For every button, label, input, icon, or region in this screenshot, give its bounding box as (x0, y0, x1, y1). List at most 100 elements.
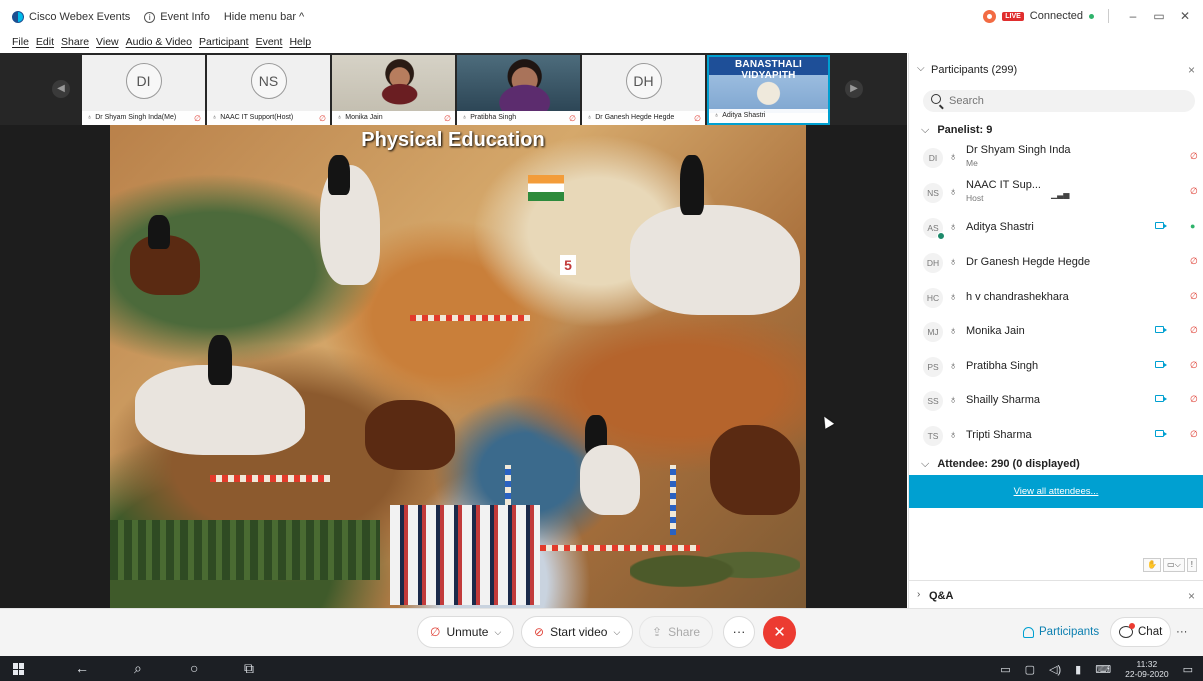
participant-row[interactable]: DI ♁ Dr Shyam Singh Inda Me ∅ (909, 141, 1203, 175)
minimize-button[interactable]: – (1123, 9, 1143, 23)
chevron-right-icon[interactable]: › (917, 589, 920, 600)
chevron-down-icon[interactable]: ⌵ (494, 627, 501, 638)
menu-share[interactable]: Share (61, 36, 89, 48)
muted-icon[interactable]: ∅ (1190, 256, 1198, 267)
muted-icon[interactable]: ∅ (1190, 186, 1198, 197)
event-info-button[interactable]: i Event Info (144, 11, 210, 23)
network-icon[interactable]: ▭ (1000, 663, 1010, 676)
microphone-tray-icon[interactable]: ▮ (1075, 663, 1081, 676)
recording-icon[interactable] (983, 9, 997, 23)
menu-file[interactable]: File (12, 36, 29, 48)
panelist-group-header[interactable]: ⌵ Panelist: 9 (921, 124, 992, 137)
participants-panel-header[interactable]: ⌵ Participants (299) × (909, 53, 1203, 85)
avatar: HC (923, 288, 943, 308)
participant-row[interactable]: AS ♁ Aditya Shastri ● (909, 211, 1203, 245)
chevron-down-icon: ⌵ (921, 124, 930, 136)
muted-icon: ∅ (569, 114, 576, 123)
search-icon[interactable]: ⌕ (134, 660, 142, 677)
close-icon[interactable]: × (1188, 63, 1195, 77)
menu-event[interactable]: Event (256, 36, 283, 48)
unmuted-microphone-icon[interactable]: ● (1190, 221, 1195, 231)
muted-icon: ∅ (319, 114, 326, 123)
menu-edit[interactable]: Edit (36, 36, 54, 48)
thumbnails-next-button[interactable]: ▶ (845, 80, 863, 98)
participant-row[interactable]: HC ♁ h v chandrashekhara ∅ (909, 281, 1203, 315)
cadets-image (630, 535, 800, 595)
rider-image (208, 335, 232, 385)
slide-title: Physical Education (361, 129, 545, 151)
attendee-group-header[interactable]: ⌵ Attendee: 290 (0 displayed) (921, 458, 1080, 471)
menu-audio-video[interactable]: Audio & Video (126, 36, 192, 48)
view-all-attendees-link[interactable]: View all attendees... (909, 475, 1203, 508)
thumbnail-dr-shyam[interactable]: DI ♁ Dr Shyam Singh Inda(Me) ∅ (82, 55, 205, 125)
thumbnail-naac-it[interactable]: NS ♁ NAAC IT Support(Host) ∅ (207, 55, 330, 125)
muted-icon[interactable]: ∅ (1190, 151, 1198, 162)
muted-icon[interactable]: ∅ (1190, 360, 1198, 371)
back-arrow-icon[interactable]: ← (75, 660, 89, 676)
search-input[interactable] (923, 90, 1195, 112)
horse-image (710, 425, 800, 515)
menu-view[interactable]: View (96, 36, 119, 48)
chat-options-icon[interactable]: ▭⌵ (1163, 558, 1185, 572)
participant-row[interactable]: DH ♁ Dr Ganesh Hegde Hegde ∅ (909, 246, 1203, 280)
volume-icon[interactable]: ◁) (1049, 663, 1061, 676)
microphone-icon: ♁ (337, 114, 343, 121)
avatar: DH (923, 253, 943, 273)
hide-menu-bar-button[interactable]: Hide menu bar ^ (224, 11, 304, 23)
hand-raise-icon[interactable]: ✋ (1143, 558, 1162, 572)
notifications-icon[interactable]: ▭ (1183, 663, 1193, 676)
muted-icon[interactable]: ∅ (1190, 291, 1198, 302)
chat-button[interactable]: Chat (1110, 617, 1172, 647)
info-icon: i (144, 11, 156, 23)
muted-icon[interactable]: ∅ (1190, 394, 1198, 405)
menu-participant[interactable]: Participant (199, 36, 249, 48)
participant-row[interactable]: NS ♁ NAAC IT Sup... Host ▁▃▅ ∅ (909, 176, 1203, 210)
signal-strength-icon: ▁▃▅ (1051, 190, 1070, 199)
more-panels-button[interactable]: ··· (1168, 617, 1196, 647)
microphone-icon: ♁ (949, 256, 958, 268)
keyboard-icon[interactable]: ⌨ (1095, 663, 1111, 676)
thumbnail-aditya[interactable]: BANASTHALI VIDYAPITH ♁ Aditya Shastri (707, 55, 830, 125)
thumbnail-pratibha[interactable]: ♁ Pratibha Singh ∅ (457, 55, 580, 125)
video-camera-icon (1155, 326, 1167, 333)
alert-icon[interactable]: ! (1186, 558, 1197, 572)
connection-status[interactable]: Connected (1030, 10, 1083, 22)
more-options-button[interactable]: ··· (723, 616, 755, 648)
live-badge: LIVE (1002, 11, 1024, 21)
maximize-button[interactable]: ▭ (1149, 9, 1169, 23)
shared-content-slide: 5 Physical Education (110, 125, 806, 608)
unmute-button[interactable]: ∅ Unmute ⌵ (417, 616, 515, 648)
monitor-icon[interactable]: ▢ (1025, 663, 1035, 676)
qa-title: Q&A (929, 590, 954, 602)
troops-image (110, 520, 380, 580)
task-view-icon[interactable]: ⧉ (244, 660, 254, 677)
title-bar: Cisco Webex Events i Event Info Hide men… (0, 0, 1203, 36)
system-clock[interactable]: 11:32 22-09-2020 (1125, 659, 1168, 679)
participants-button[interactable]: Participants (1015, 617, 1107, 647)
cortana-icon[interactable]: ○ (190, 660, 198, 676)
close-icon[interactable]: × (1188, 589, 1195, 603)
muted-icon[interactable]: ∅ (1190, 325, 1198, 336)
share-button[interactable]: ⇪ Share (639, 616, 714, 648)
start-video-button[interactable]: ⊘ Start video ⌵ (521, 616, 634, 648)
thumbnail-dr-ganesh[interactable]: DH ♁ Dr Ganesh Hegde Hegde ∅ (582, 55, 705, 125)
chevron-down-icon[interactable]: ⌵ (917, 63, 925, 74)
thumbnail-caption: ♁ NAAC IT Support(Host) (207, 111, 330, 125)
muted-icon: ∅ (194, 114, 201, 123)
microphone-icon: ♁ (87, 114, 93, 121)
thumbnail-monika[interactable]: ♁ Monika Jain ∅ (332, 55, 455, 125)
system-tray: ▭ ▢ ◁) ▮ ⌨ 11:32 22-09-2020 ▭ (1000, 659, 1193, 679)
participant-row[interactable]: PS ♁ Pratibha Singh ∅ (909, 350, 1203, 384)
participant-name: Aditya Shastri (966, 221, 1034, 233)
participant-row[interactable]: TS ♁ Tripti Sharma ∅ (909, 419, 1203, 453)
muted-icon[interactable]: ∅ (1190, 429, 1198, 440)
participant-row[interactable]: SS ♁ Shailly Sharma ∅ (909, 384, 1203, 418)
chevron-down-icon[interactable]: ⌵ (613, 627, 620, 638)
windows-start-icon[interactable] (13, 663, 25, 675)
menu-help[interactable]: Help (289, 36, 311, 48)
end-meeting-button[interactable]: ✕ (763, 616, 796, 649)
close-window-button[interactable]: ✕ (1175, 9, 1195, 23)
participant-row[interactable]: MJ ♁ Monika Jain ∅ (909, 315, 1203, 349)
qa-panel-header[interactable]: › Q&A × (909, 580, 1203, 608)
thumbnails-prev-button[interactable]: ◀ (52, 80, 70, 98)
